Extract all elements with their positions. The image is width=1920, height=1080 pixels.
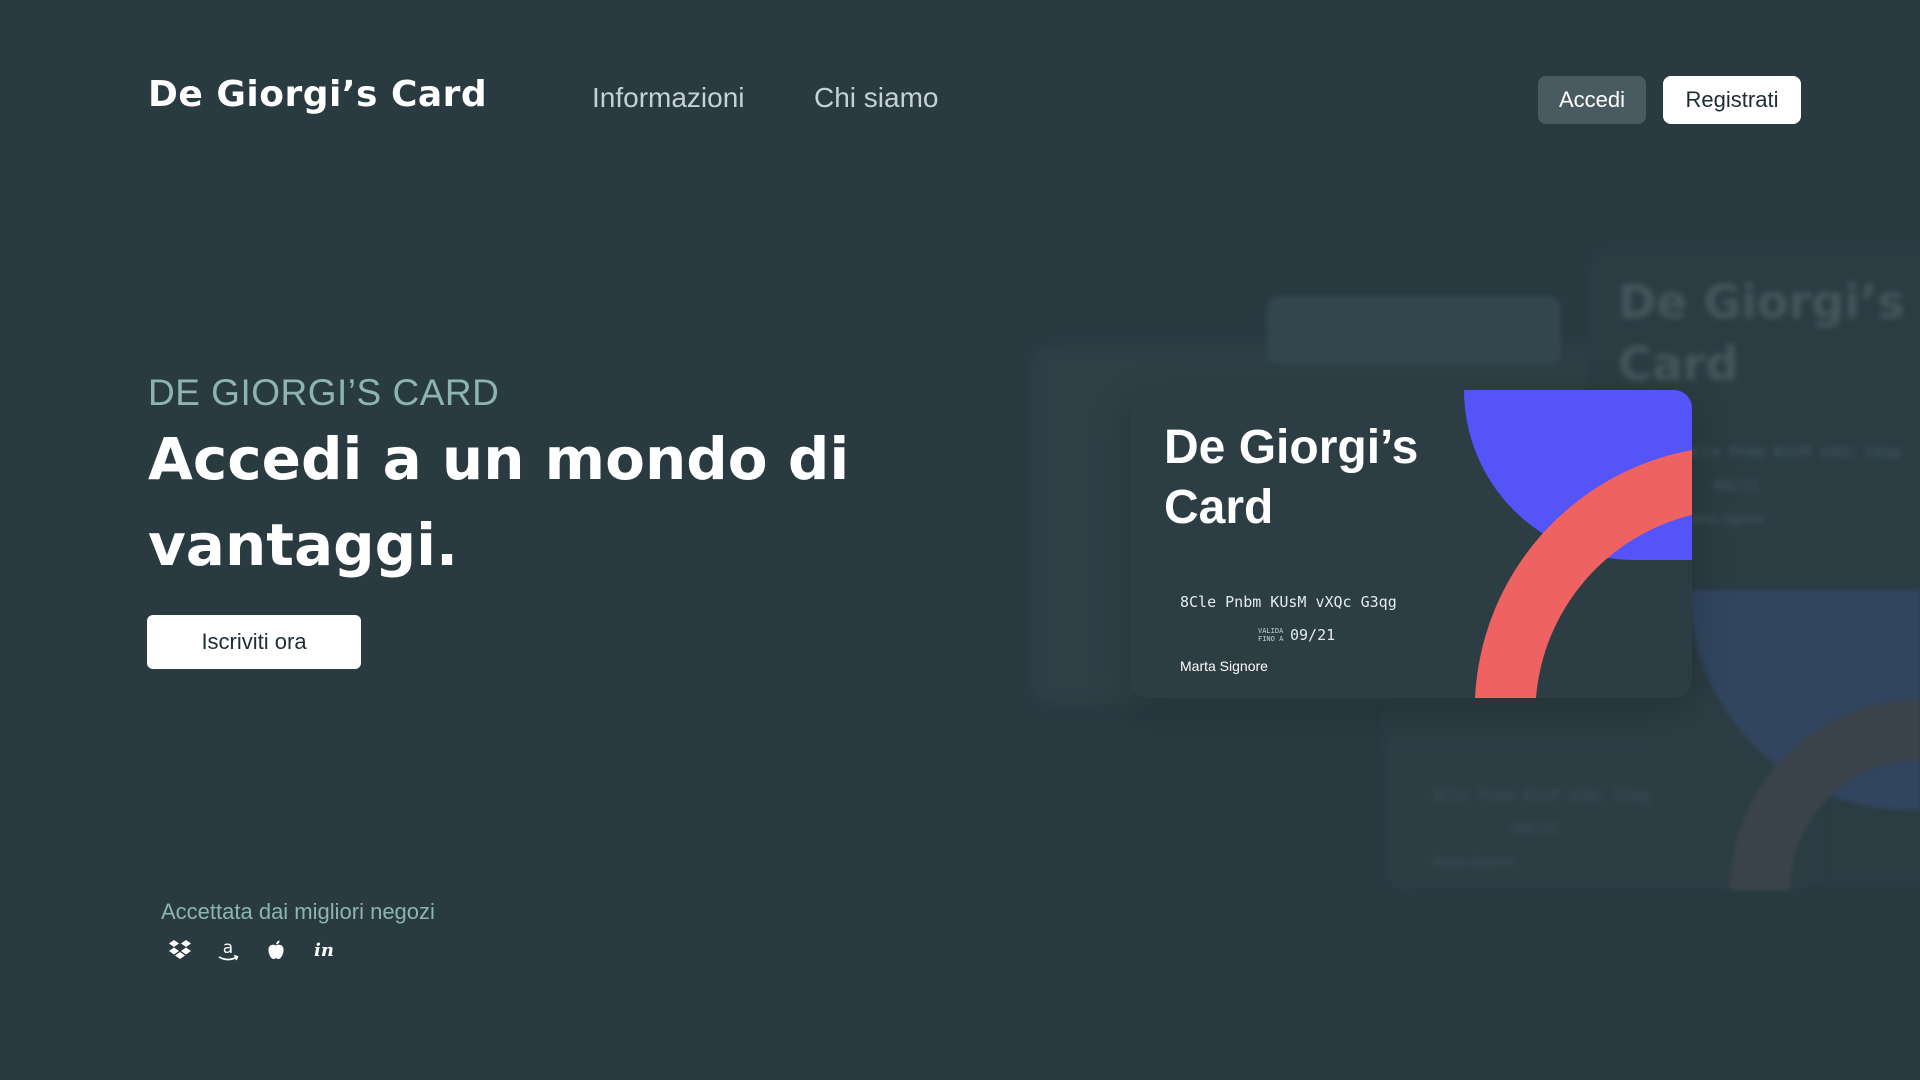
partner-logos: a in [166, 936, 338, 964]
ghost-card-number: 8Cle Pnbm KUsM vXQc G3qg [1684, 443, 1901, 461]
login-button[interactable]: Accedi [1538, 76, 1646, 124]
brand-logo[interactable]: De Giorgi’s Card [148, 74, 487, 115]
card-expiry: VALIDA FINO A 09/21 [1258, 626, 1335, 644]
ghost-card-holder: Marta Signore [1433, 854, 1515, 869]
register-button[interactable]: Registrati [1663, 76, 1801, 124]
background-bar [1267, 296, 1561, 364]
svg-text:in: in [314, 940, 334, 961]
ghost-card-shapes [1690, 590, 1920, 890]
card-number: 8Cle Pnbm KUsM vXQc G3qg [1180, 593, 1397, 611]
hero-eyebrow: DE GIORGI’S CARD [148, 372, 500, 413]
nav-chi-siamo[interactable]: Chi siamo [814, 82, 938, 114]
card-expiry-value: 09/21 [1290, 626, 1336, 644]
invision-icon: in [310, 936, 338, 964]
nav-informazioni[interactable]: Informazioni [592, 82, 745, 114]
amazon-icon: a [214, 936, 242, 964]
card-expiry-label: VALIDA FINO A [1258, 627, 1284, 643]
ghost-card-number: 8Cle Pnbm KUsM vXQc G3qg [1433, 786, 1650, 804]
ghost-card-expiry: 09/21 [1513, 820, 1559, 838]
ghost-card-title: De Giorgi’s Card [1618, 275, 1905, 391]
partners-caption: Accettata dai migliori negozi [161, 899, 435, 924]
svg-text:a: a [223, 938, 233, 958]
loyalty-card: De Giorgi’s Card 8Cle Pnbm KUsM vXQc G3q… [1130, 390, 1692, 698]
hero-headline: Accedi a un mondo di vantaggi. [148, 425, 850, 579]
ghost-card-holder: Marta Signore [1684, 511, 1766, 526]
dropbox-icon [166, 936, 194, 964]
card-title: De Giorgi’s Card [1164, 421, 1419, 534]
card-holder: Marta Signore [1180, 658, 1268, 674]
apple-icon [262, 936, 290, 964]
signup-cta-button[interactable]: Iscriviti ora [147, 615, 361, 669]
ghost-card-expiry: 09/21 [1714, 477, 1760, 495]
